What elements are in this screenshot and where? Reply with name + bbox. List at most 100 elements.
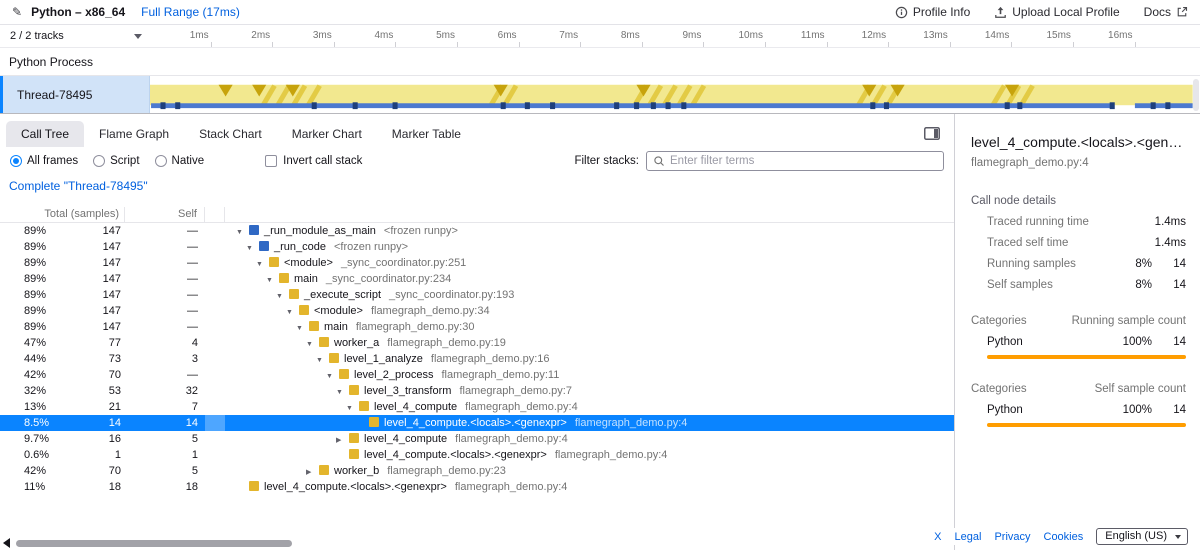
table-row[interactable]: 44%733▼level_1_analyzeflamegraph_demo.py… [0,351,954,367]
table-row[interactable]: 0.6%11level_4_compute.<locals>.<genexpr>… [0,447,954,463]
filter-input-wrapper[interactable] [646,151,944,171]
thread-track-label[interactable]: Thread-78495 [0,76,150,113]
table-row[interactable]: 89%147—▼main_sync_coordinator.py:234 [0,271,954,287]
expander-expanded-icon[interactable]: ▼ [256,257,269,271]
profile-info-button[interactable]: Profile Info [895,5,970,19]
expander-expanded-icon[interactable]: ▼ [326,369,339,383]
footer: X Legal Privacy Cookies English (US) [934,528,1188,545]
expander-collapsed-icon[interactable]: ▶ [306,465,319,479]
tab-marker-table[interactable]: Marker Table [377,121,476,147]
table-row[interactable]: 42%70—▼level_2_processflamegraph_demo.py… [0,367,954,383]
sidebar-categories-header: CategoriesSelf sample count [971,383,1186,395]
docs-button[interactable]: Docs [1144,5,1188,19]
ruler-tick-label: 12ms [862,25,886,47]
category-square-icon [329,353,339,363]
invert-call-stack-checkbox[interactable]: Invert call stack [265,155,362,167]
language-select[interactable]: English (US) [1096,528,1188,545]
ruler-tick-label: 9ms [682,25,701,47]
scroll-left-arrow[interactable] [3,538,10,548]
table-row[interactable]: 13%217▼level_4_computeflamegraph_demo.py… [0,399,954,415]
table-row[interactable]: 11%1818level_4_compute.<locals>.<genexpr… [0,479,954,495]
filter-input[interactable] [670,155,937,167]
footer-link-cookies[interactable]: Cookies [1044,531,1084,543]
expander-expanded-icon[interactable]: ▼ [236,225,249,239]
radio-icon [155,155,167,167]
ruler-tick: 3ms [273,25,335,47]
breadcrumb-root-link[interactable]: Complete "Thread-78495" [9,179,148,193]
footer-link-x[interactable]: X [934,531,941,543]
table-row[interactable]: 89%147—▼mainflamegraph_demo.py:30 [0,319,954,335]
edit-profile-name-icon[interactable]: ✎ [12,5,22,19]
ruler-tick: 11ms [766,25,828,47]
table-row[interactable]: 9.7%165▶level_4_computeflamegraph_demo.p… [0,431,954,447]
table-row[interactable]: 32%5332▼level_3_transformflamegraph_demo… [0,383,954,399]
radio-all-frames[interactable]: All frames [10,155,78,167]
expander-expanded-icon[interactable]: ▼ [286,305,299,319]
expander-expanded-icon[interactable]: ▼ [336,385,349,399]
sidebar-detail-row: Traced self time1.4ms [971,237,1186,249]
radio-native-label: Native [172,155,205,167]
sidebar-toggle-button[interactable] [924,127,940,143]
sidebar-section-title: Call node details [971,195,1186,207]
radio-icon [10,155,22,167]
col-total-header: Total (samples) [0,207,125,222]
process-track-header[interactable]: Python Process [0,48,1200,76]
tab-call-tree[interactable]: Call Tree [6,121,84,147]
ruler-tick-label: 10ms [738,25,762,47]
ruler-tick: 14ms [951,25,1013,47]
sidebar-categories: CategoriesRunning sample countPython100%… [971,315,1186,427]
ruler-tick: 1ms [150,25,212,47]
radio-native[interactable]: Native [155,155,205,167]
upload-profile-button[interactable]: Upload Local Profile [994,5,1119,19]
sidebar-node-title: level_4_compute.<locals>.<genexpr> [971,134,1186,150]
tracks-dropdown[interactable]: 2 / 2 tracks [0,25,150,47]
sidebar-detail-row: Traced running time1.4ms [971,216,1186,228]
tabbar: Call TreeFlame GraphStack ChartMarker Ch… [0,114,954,147]
horizontal-scrollbar[interactable] [16,540,292,547]
expander-collapsed-icon[interactable]: ▶ [336,433,349,447]
expander-expanded-icon[interactable]: ▼ [346,401,359,415]
sidebar-detail-row: Self samples8%14 [971,279,1186,291]
full-range-link[interactable]: Full Range (17ms) [141,5,240,19]
ruler-tick: 16ms [1074,25,1136,47]
docs-label: Docs [1144,5,1171,19]
table-row[interactable]: 89%147—▼<module>flamegraph_demo.py:34 [0,303,954,319]
tracks-vertical-scrollbar[interactable] [1193,79,1199,111]
category-square-icon [269,257,279,267]
table-row[interactable]: 42%705▶worker_bflamegraph_demo.py:23 [0,463,954,479]
sidebar-categories-header: CategoriesRunning sample count [971,315,1186,327]
chevron-down-icon [1175,535,1181,542]
tab-marker-chart[interactable]: Marker Chart [277,121,377,147]
ruler-tick: 2ms [212,25,274,47]
timeline-ruler[interactable]: 1ms2ms3ms4ms5ms6ms7ms8ms9ms10ms11ms12ms1… [150,25,1200,47]
ruler-tick: 13ms [889,25,951,47]
footer-link-privacy[interactable]: Privacy [994,531,1030,543]
table-row[interactable]: 8.5%1414level_4_compute.<locals>.<genexp… [0,415,954,431]
ruler-tick-label: 4ms [374,25,393,47]
footer-link-legal[interactable]: Legal [955,531,982,543]
thread-activity-graph[interactable] [150,76,1200,113]
expander-expanded-icon[interactable]: ▼ [266,273,279,287]
chevron-down-icon [134,34,142,43]
ruler-tick-label: 5ms [436,25,455,47]
table-row[interactable]: 89%147—▼_execute_script_sync_coordinator… [0,287,954,303]
radio-script[interactable]: Script [93,155,139,167]
expander-expanded-icon[interactable]: ▼ [306,337,319,351]
main-area: Call TreeFlame GraphStack ChartMarker Ch… [0,114,1200,550]
expander-expanded-icon[interactable]: ▼ [246,241,259,255]
expander-expanded-icon[interactable]: ▼ [296,321,309,335]
category-square-icon [249,225,259,235]
expander-expanded-icon[interactable]: ▼ [276,289,289,303]
table-row[interactable]: 89%147—▼_run_code<frozen runpy> [0,239,954,255]
tab-flame-graph[interactable]: Flame Graph [84,121,184,147]
expander-expanded-icon[interactable]: ▼ [316,353,329,367]
table-row[interactable]: 47%774▼worker_aflamegraph_demo.py:19 [0,335,954,351]
category-square-icon [279,273,289,283]
ruler-tick-label: 2ms [251,25,270,47]
table-row[interactable]: 89%147—▼_run_module_as_main<frozen runpy… [0,223,954,239]
tab-stack-chart[interactable]: Stack Chart [184,121,277,147]
checkbox-icon [265,155,277,167]
radio-all-frames-label: All frames [27,155,78,167]
ruler-tick: 4ms [335,25,397,47]
table-row[interactable]: 89%147—▼<module>_sync_coordinator.py:251 [0,255,954,271]
